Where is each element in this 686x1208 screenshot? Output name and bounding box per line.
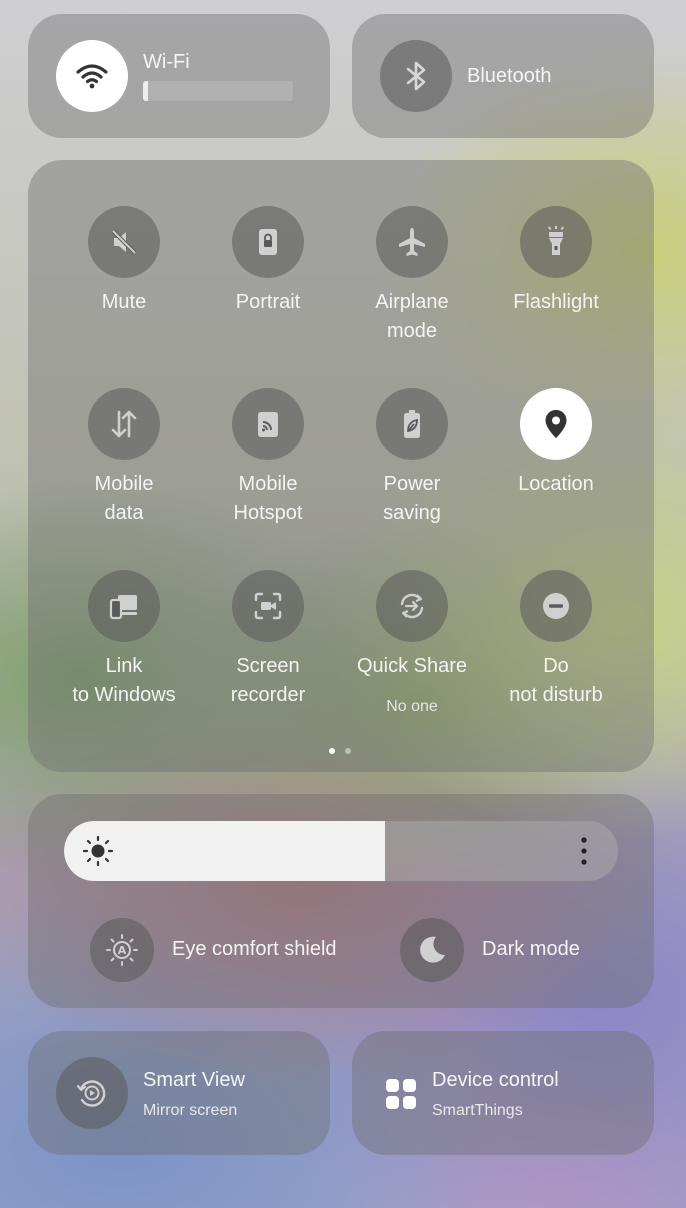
tile-label: Quick Share — [356, 655, 468, 677]
svg-text:A: A — [118, 944, 127, 957]
bluetooth-card[interactable]: Bluetooth — [352, 14, 654, 138]
tile-label: Mobile Hotspot — [233, 473, 303, 524]
mute-icon — [111, 229, 137, 255]
eye-comfort-button[interactable]: A — [90, 918, 154, 982]
tile-label: Mobile data — [94, 473, 154, 524]
tile-label: Power saving — [383, 473, 441, 524]
more-options-icon — [581, 837, 587, 865]
device-control-card[interactable]: Device control SmartThings — [352, 1031, 654, 1155]
tile-sublabel: No one — [386, 698, 438, 715]
dark-mode-label: Dark mode — [482, 938, 580, 960]
device-control-icon — [386, 1079, 416, 1109]
bluetooth-label: Bluetooth — [467, 65, 552, 87]
eye-comfort-shield-toggle[interactable]: A Eye comfort shield — [90, 918, 390, 982]
wifi-toggle[interactable] — [56, 40, 128, 112]
bluetooth-icon — [406, 61, 426, 91]
quick-settings-panel: Mute Portrait Airplane mode Flashlight M… — [28, 160, 654, 772]
flashlight-icon — [548, 226, 564, 255]
screen-recorder-icon — [254, 592, 282, 620]
hotspot-icon — [258, 412, 278, 437]
wifi-label: Wi-Fi — [143, 51, 190, 73]
sun-icon — [82, 835, 114, 867]
airplane-mode-button[interactable] — [376, 206, 448, 278]
device-control-subtitle: SmartThings — [432, 1102, 523, 1119]
moon-icon — [420, 936, 445, 963]
brightness-more-button[interactable] — [576, 835, 592, 867]
tile-label: Mute — [101, 291, 147, 313]
tile-label: Airplane mode — [375, 291, 449, 342]
dark-mode-toggle[interactable]: Dark mode — [400, 918, 630, 982]
power-saving-icon — [404, 410, 420, 438]
tile-label: Location — [518, 473, 594, 495]
brightness-slider[interactable] — [64, 821, 618, 881]
bluetooth-toggle[interactable] — [380, 40, 452, 112]
device-control-title: Device control — [432, 1069, 559, 1091]
eye-comfort-icon: A — [106, 934, 138, 966]
smart-view-subtitle: Mirror screen — [143, 1102, 238, 1119]
smart-view-button[interactable] — [56, 1057, 128, 1129]
tile-label: Screen recorder — [230, 655, 306, 706]
dark-mode-button[interactable] — [400, 918, 464, 982]
tile-label: Link to Windows — [72, 655, 176, 706]
portrait-button[interactable] — [232, 206, 304, 278]
mobile-hotspot-button[interactable] — [232, 388, 304, 460]
mobile-data-icon — [111, 410, 137, 438]
location-icon — [545, 410, 567, 438]
flashlight-button[interactable] — [520, 206, 592, 278]
location-button[interactable] — [520, 388, 592, 460]
power-saving-button[interactable] — [376, 388, 448, 460]
smart-view-icon — [76, 1080, 106, 1107]
tile-label: Flashlight — [513, 291, 599, 313]
link-to-windows-button[interactable] — [88, 570, 160, 642]
wifi-network-name-redacted — [143, 81, 293, 101]
tile-label: Portrait — [235, 291, 301, 313]
quick-share-icon — [400, 593, 424, 619]
smart-view-title: Smart View — [143, 1069, 245, 1091]
screen-recorder-button[interactable] — [232, 570, 304, 642]
do-not-disturb-button[interactable] — [520, 570, 592, 642]
mobile-data-button[interactable] — [88, 388, 160, 460]
portrait-lock-icon — [259, 229, 277, 255]
airplane-icon — [399, 228, 425, 256]
eye-comfort-label: Eye comfort shield — [172, 938, 337, 960]
do-not-disturb-icon — [543, 593, 569, 619]
wifi-icon — [76, 64, 108, 89]
display-panel: A Eye comfort shield Dark mode — [28, 794, 654, 1008]
quick-share-button[interactable] — [376, 570, 448, 642]
tile-label: Do not disturb — [509, 655, 603, 706]
page-dot-active — [329, 748, 335, 754]
link-to-windows-icon — [109, 595, 137, 620]
page-dot-inactive — [345, 748, 351, 754]
smart-view-card[interactable]: Smart View Mirror screen — [28, 1031, 330, 1155]
wifi-card[interactable]: Wi-Fi — [28, 14, 330, 138]
mute-button[interactable] — [88, 206, 160, 278]
